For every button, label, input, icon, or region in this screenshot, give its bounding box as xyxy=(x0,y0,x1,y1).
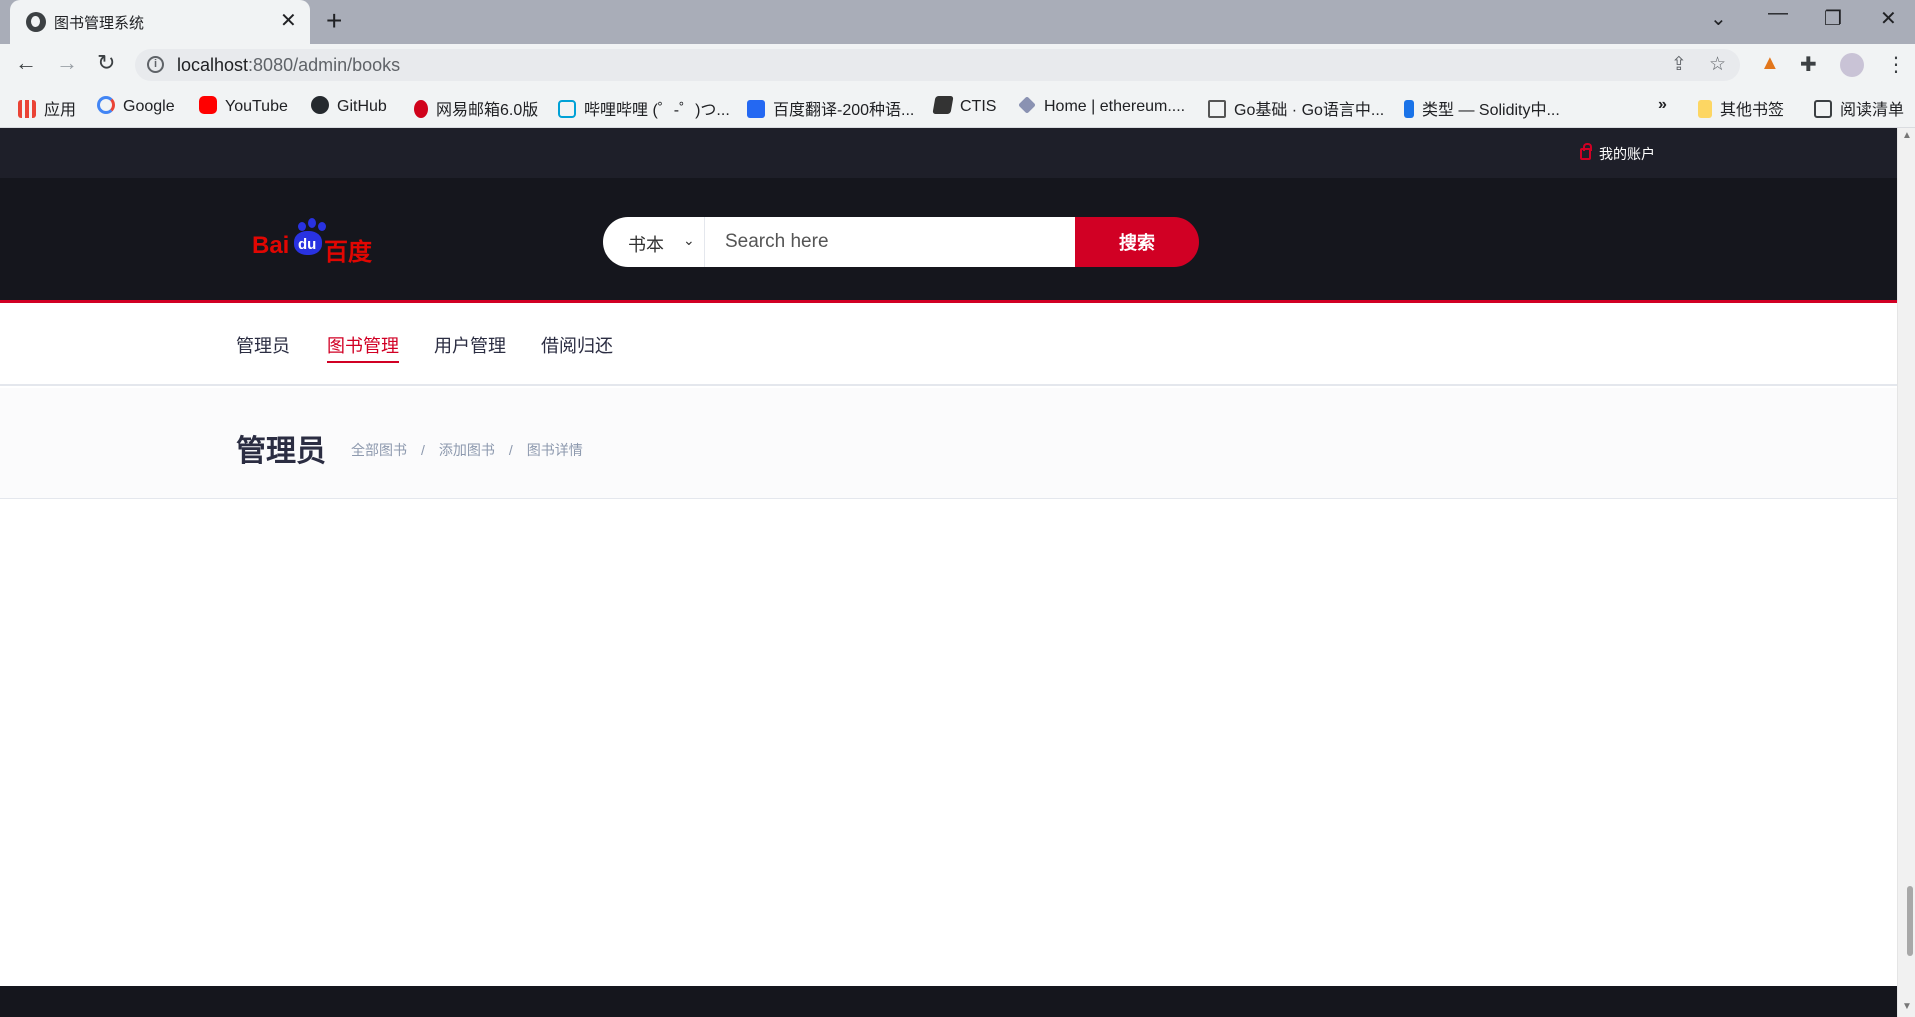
netease-mail-icon xyxy=(414,100,428,118)
info-icon[interactable]: i xyxy=(147,56,164,73)
browser-toolbar: ← → ↻ i localhost:8080/admin/books ⇪ ☆ ▲… xyxy=(0,44,1915,86)
bookmarks-overflow[interactable]: » xyxy=(1658,96,1667,114)
menu-kebab-icon[interactable]: ⋮ xyxy=(1886,52,1906,77)
browser-chrome: 图书管理系统 ✕ + ⌄ — ❐ ✕ ← → ↻ i localhost:808… xyxy=(0,0,1915,128)
close-icon[interactable]: ✕ xyxy=(280,8,297,33)
search-button[interactable]: 搜索 xyxy=(1075,217,1199,267)
translate-icon xyxy=(747,100,765,118)
scroll-thumb[interactable] xyxy=(1907,886,1913,956)
main-nav: 管理员 图书管理 用户管理 借阅归还 xyxy=(0,306,1897,386)
breadcrumb: 管理员 全部图书 / 添加图书 / 图书详情 xyxy=(0,388,1897,499)
bookmark-go-basics[interactable]: Go基础 · Go语言中... xyxy=(1208,96,1384,120)
bookmark-youtube[interactable]: YouTube xyxy=(199,96,288,116)
category-select[interactable]: 书本 ⌄ xyxy=(603,217,705,267)
metamask-fox-icon[interactable]: ▲ xyxy=(1760,52,1780,75)
lock-icon xyxy=(1580,143,1592,160)
minimize-icon[interactable]: — xyxy=(1768,2,1788,25)
bluetooth-icon xyxy=(1404,100,1414,118)
bookmark-ctis[interactable]: CTIS xyxy=(932,96,996,116)
forward-arrow-icon[interactable]: → xyxy=(56,50,78,76)
baidu-logo[interactable]: Bai du 百度 xyxy=(252,218,372,266)
page-title: 管理员 xyxy=(236,435,326,468)
bookmark-ethereum[interactable]: Home | ethereum.... xyxy=(1018,96,1185,116)
google-icon xyxy=(97,96,115,114)
footer xyxy=(0,986,1897,1017)
reading-list[interactable]: 阅读清单 xyxy=(1814,96,1904,120)
tab-search-chevron-icon[interactable]: ⌄ xyxy=(1710,6,1727,31)
breadcrumb-add-book[interactable]: 添加图书 xyxy=(439,442,495,458)
other-bookmarks[interactable]: 其他书签 xyxy=(1698,96,1784,120)
top-header-bar: 我的账户 xyxy=(0,128,1897,178)
bookmark-bilibili[interactable]: 哔哩哔哩 (゜-゜)つ... xyxy=(558,96,730,120)
avatar[interactable] xyxy=(1840,53,1864,77)
github-icon xyxy=(311,96,329,114)
globe-icon xyxy=(26,12,46,32)
restore-icon[interactable]: ❐ xyxy=(1824,6,1842,31)
bookmark-solidity[interactable]: 类型 — Solidity中... xyxy=(1404,96,1560,120)
nav-item-borrow-return[interactable]: 借阅归还 xyxy=(541,332,613,361)
nav-item-book-management[interactable]: 图书管理 xyxy=(327,332,399,363)
search-input[interactable] xyxy=(705,217,1075,267)
browser-tab[interactable]: 图书管理系统 ✕ xyxy=(10,0,310,44)
share-icon[interactable]: ⇪ xyxy=(1671,53,1687,76)
bookmark-google[interactable]: Google xyxy=(97,96,175,116)
chevron-down-icon: ⌄ xyxy=(683,232,695,248)
breadcrumb-links: 全部图书 / 添加图书 / 图书详情 xyxy=(351,442,583,458)
tab-strip: 图书管理系统 ✕ + ⌄ — ❐ ✕ xyxy=(0,0,1915,44)
window-close-icon[interactable]: ✕ xyxy=(1880,6,1897,31)
bookmark-apps[interactable]: 应用 xyxy=(18,96,76,120)
reading-list-icon xyxy=(1814,100,1832,118)
ethereum-icon xyxy=(1018,96,1036,114)
scroll-down-icon[interactable]: ▼ xyxy=(1902,1001,1912,1012)
star-icon[interactable]: ☆ xyxy=(1709,53,1726,76)
new-tab-icon[interactable]: + xyxy=(326,5,342,37)
page-viewport: 我的账户 Bai du 百度 书本 ⌄ 搜索 管理员 图书管理 用户管理 借阅归… xyxy=(0,128,1897,1017)
address-bar[interactable]: i localhost:8080/admin/books ⇪ ☆ xyxy=(135,49,1740,81)
breadcrumb-all-books[interactable]: 全部图书 xyxy=(351,442,407,458)
puzzle-extensions-icon[interactable]: ✚ xyxy=(1800,52,1817,77)
bookmark-netease-mail[interactable]: 网易邮箱6.0版 xyxy=(414,96,538,120)
tab-title: 图书管理系统 xyxy=(54,15,145,32)
folder-icon xyxy=(1698,100,1712,118)
nav-item-user-management[interactable]: 用户管理 xyxy=(434,332,506,361)
scroll-up-icon[interactable]: ▲ xyxy=(1902,130,1912,141)
bookmark-baidu-translate[interactable]: 百度翻译-200种语... xyxy=(747,96,914,120)
bilibili-tv-icon xyxy=(558,100,576,118)
back-arrow-icon[interactable]: ← xyxy=(15,50,37,76)
main-header: Bai du 百度 书本 ⌄ 搜索 xyxy=(0,178,1897,303)
reload-icon[interactable]: ↻ xyxy=(97,50,115,76)
book-icon xyxy=(1208,100,1226,118)
page-scrollbar[interactable]: ▲ ▼ xyxy=(1897,128,1915,1017)
my-account-link[interactable]: 我的账户 xyxy=(1580,143,1655,164)
bookmarks-bar: 应用 Google YouTube GitHub 网易邮箱6.0版 哔哩哔哩 (… xyxy=(0,86,1915,128)
ctis-icon xyxy=(932,96,954,114)
bookmark-github[interactable]: GitHub xyxy=(311,96,387,116)
search-form: 书本 ⌄ 搜索 xyxy=(603,217,1199,267)
url-text[interactable]: localhost:8080/admin/books xyxy=(177,55,400,76)
account-label: 我的账户 xyxy=(1599,146,1655,162)
breadcrumb-book-details[interactable]: 图书详情 xyxy=(527,442,583,458)
nav-item-admin[interactable]: 管理员 xyxy=(236,332,290,361)
youtube-icon xyxy=(199,96,217,114)
apps-grid-icon xyxy=(18,100,36,118)
